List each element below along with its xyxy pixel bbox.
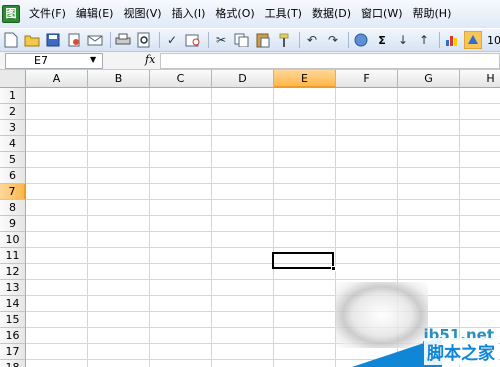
column-header-d[interactable]: D [212, 70, 274, 88]
paste-icon[interactable] [254, 31, 272, 49]
menu-window[interactable]: 窗口(W) [356, 0, 407, 28]
menu-format[interactable]: 格式(O) [210, 0, 259, 28]
row-header-18[interactable]: 18 [0, 360, 26, 367]
sort-ascending-icon[interactable]: ↓ [394, 31, 412, 49]
spelling-icon[interactable]: ✓ [163, 31, 181, 49]
row-header-10[interactable]: 10 [0, 232, 26, 248]
watermark-brand: 脚本之家 [424, 338, 498, 365]
formula-bar: E7 ▼ fx [0, 52, 500, 70]
menu-edit[interactable]: 编辑(E) [71, 0, 119, 28]
excel-app-icon[interactable]: 图 [2, 5, 20, 23]
watermark: jb51.net 脚本之家 [322, 282, 500, 367]
menu-view[interactable]: 视图(V) [118, 0, 166, 28]
chart-wizard-icon[interactable] [443, 31, 461, 49]
sum-icon: Σ [378, 33, 386, 47]
row-header-17[interactable]: 17 [0, 344, 26, 360]
row-header-5[interactable]: 5 [0, 152, 26, 168]
autosum-button[interactable]: Σ [373, 31, 391, 49]
column-header-b[interactable]: B [88, 70, 150, 88]
column-header-c[interactable]: C [150, 70, 212, 88]
row-header-3[interactable]: 3 [0, 120, 26, 136]
menu-data[interactable]: 数据(D) [307, 0, 356, 28]
column-header-h[interactable]: H [460, 70, 500, 88]
select-all-corner[interactable] [0, 70, 26, 88]
print-icon[interactable] [114, 31, 132, 49]
row-header-15[interactable]: 15 [0, 312, 26, 328]
toolbar-separator [439, 32, 440, 48]
menu-help[interactable]: 帮助(H) [408, 0, 457, 28]
row-header-2[interactable]: 2 [0, 104, 26, 120]
zoom-dropdown[interactable]: 100 [487, 34, 500, 47]
print-preview-icon[interactable] [135, 31, 153, 49]
menu-tools[interactable]: 工具(T) [260, 0, 307, 28]
column-header-f[interactable]: F [336, 70, 398, 88]
name-box-dropdown-icon[interactable]: ▼ [90, 55, 96, 64]
hyperlink-icon[interactable] [352, 31, 370, 49]
new-document-icon[interactable] [2, 31, 20, 49]
row-header-13[interactable]: 13 [0, 280, 26, 296]
email-icon[interactable] [86, 31, 104, 49]
menu-insert[interactable]: 插入(I) [167, 0, 211, 28]
research-icon[interactable] [184, 31, 202, 49]
row-header-4[interactable]: 4 [0, 136, 26, 152]
row-header-11[interactable]: 11 [0, 248, 26, 264]
copy-icon[interactable] [233, 31, 251, 49]
permission-icon[interactable] [65, 31, 83, 49]
column-header-g[interactable]: G [398, 70, 460, 88]
insert-function-icon[interactable]: fx [145, 53, 155, 66]
row-header-8[interactable]: 8 [0, 200, 26, 216]
row-header-16[interactable]: 16 [0, 328, 26, 344]
standard-toolbar: ✓ ✂ ↶ ↷ Σ ↓ ↑ 100 [0, 28, 500, 52]
menu-file[interactable]: 文件(F) [24, 0, 71, 28]
fill-handle[interactable] [331, 266, 336, 271]
toolbar-separator [110, 32, 111, 48]
sort-descending-icon[interactable]: ↑ [415, 31, 433, 49]
row-header-6[interactable]: 6 [0, 168, 26, 184]
row-header-14[interactable]: 14 [0, 296, 26, 312]
row-header-9[interactable]: 9 [0, 216, 26, 232]
formula-input[interactable] [160, 53, 500, 69]
active-cell-e7[interactable] [272, 252, 334, 269]
column-header-e[interactable]: E [274, 70, 336, 88]
drawing-icon[interactable] [464, 31, 482, 49]
format-painter-icon[interactable] [275, 31, 293, 49]
open-folder-icon[interactable] [23, 31, 41, 49]
row-header-1[interactable]: 1 [0, 88, 26, 104]
save-icon[interactable] [44, 31, 62, 49]
toolbar-separator [348, 32, 349, 48]
toolbar-separator [299, 32, 300, 48]
cut-icon[interactable]: ✂ [212, 31, 230, 49]
column-header-a[interactable]: A [26, 70, 88, 88]
redo-icon[interactable]: ↷ [324, 31, 342, 49]
name-box[interactable]: E7 [5, 53, 103, 69]
undo-icon[interactable]: ↶ [303, 31, 321, 49]
toolbar-separator [159, 32, 160, 48]
row-header-7[interactable]: 7 [0, 184, 26, 200]
toolbar-separator [208, 32, 209, 48]
menu-bar: 图 文件(F) 编辑(E) 视图(V) 插入(I) 格式(O) 工具(T) 数据… [0, 0, 500, 28]
row-header-12[interactable]: 12 [0, 264, 26, 280]
